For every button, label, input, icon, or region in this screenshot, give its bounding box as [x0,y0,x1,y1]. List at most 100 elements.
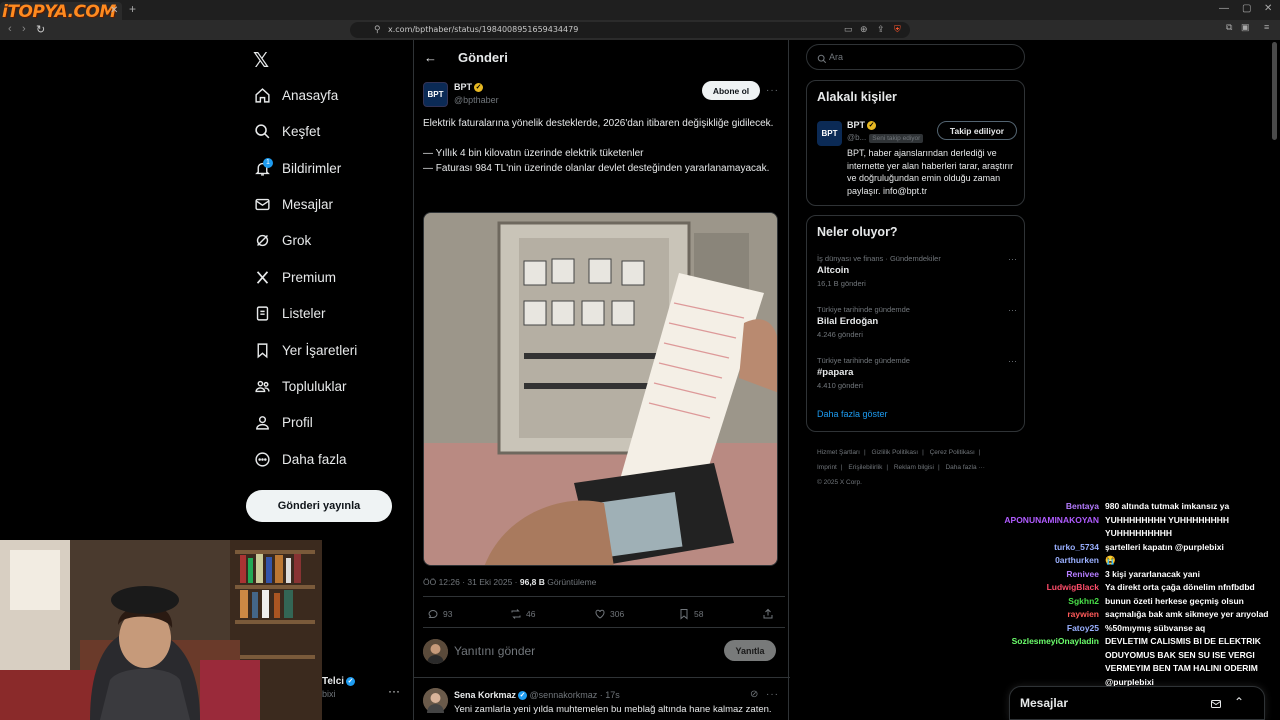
footer-link[interactable]: Çerez Politikası [930,449,975,456]
sidebar-item-label: Topluluklar [282,378,347,394]
extensions-icon[interactable]: ⧉ [1226,22,1232,33]
sidebar-item-bookmarks[interactable]: Yer İşaretleri [252,337,357,363]
author-avatar[interactable]: BPT [423,82,448,107]
sidebar-item-explore[interactable]: Keşfet [252,118,320,144]
chat-username: Sgkhn2 [1068,595,1099,606]
sidebar-item-profile[interactable]: Profil [252,409,313,435]
footer-link[interactable]: Imprint [817,464,837,471]
sidebar-item-messages[interactable]: Mesajlar [252,191,333,217]
avatar[interactable] [423,639,448,664]
author-handle[interactable]: @bpthaber [454,95,499,105]
account-switcher[interactable]: Telci ✓ bixi [322,676,356,699]
sidebar-item-notifications[interactable]: 1 Bildirimler [252,155,341,181]
reload-icon[interactable]: ↻ [36,23,45,36]
repost-action[interactable]: 46 [510,608,535,620]
close-window-icon[interactable]: ✕ [1264,3,1272,14]
chat-text: bunun özeti herkese geçmiş olsun [1105,595,1244,606]
sidebar-item-label: Grok [282,232,312,248]
trend-item[interactable]: Türkiye tarihinde gündemde #papara 4.410… [817,356,1017,390]
subscribe-button[interactable]: Abone ol [702,81,760,100]
sidebar-item-premium[interactable]: Premium [252,264,336,290]
verified-gold-icon: ✓ [867,121,876,131]
sidebar-item-more[interactable]: Daha fazla [252,446,347,472]
post-more-icon[interactable]: ··· [766,85,779,96]
browser-tab[interactable]: iTOPYA.COM ✕ [0,2,122,22]
footer-separator: | [978,449,981,456]
wallet-icon[interactable]: ▣ [1241,22,1250,33]
footer-link[interactable]: Hizmet Şartları [817,449,860,456]
reply-count: 93 [443,609,453,619]
chat-username: APONUNAMINAKOYAN [1004,514,1099,525]
webcam-overlay [0,540,322,720]
menu-icon[interactable]: ≡ [1264,22,1269,32]
footer-separator: | [886,464,889,471]
sidebar-item-home[interactable]: Anasayfa [252,82,338,108]
divider [423,627,785,628]
x-icon [252,267,272,287]
trend-name: Altcoin [817,265,850,276]
expand-icon[interactable]: ⌃ [1234,695,1244,709]
new-message-icon[interactable] [1210,697,1222,715]
sidebar-item-grok[interactable]: Grok [252,227,311,253]
footer-link[interactable]: Gizlilik Politikası [872,449,919,456]
zoom-icon[interactable]: ⊕ [860,24,868,35]
reply-input[interactable]: Yanıtını gönder [454,644,535,658]
sidebar-item-communities[interactable]: Topluluklar [252,373,347,399]
trend-item[interactable]: İş dünyası ve finans · Gündemdekiler Alt… [817,254,1017,288]
trend-more-icon[interactable]: ··· [1008,356,1017,366]
repost-icon [511,609,521,619]
page-scrollbar[interactable] [1272,42,1277,140]
site-info-icon[interactable]: ⚲ [374,24,381,35]
following-button[interactable]: Takip ediliyor [937,121,1017,140]
cast-icon[interactable]: ▭ [844,24,853,35]
footer-link[interactable]: Erişilebilirlik [848,464,882,471]
tweet-image[interactable] [423,212,778,566]
trend-item[interactable]: Türkiye tarihinde gündemde Bilal Erdoğan… [817,305,1017,339]
trend-more-icon[interactable]: ··· [1008,305,1017,315]
account-more-icon[interactable]: ··· [388,684,400,698]
share-action[interactable] [762,608,778,620]
show-more-link[interactable]: Daha fazla göster [817,409,888,419]
related-avatar[interactable]: BPT [817,121,842,146]
address-bar[interactable]: ⚲ x.com/bpthaber/status/1984008951659434… [350,22,910,38]
tab-close-icon[interactable]: ✕ [110,5,118,16]
comment-more-icon[interactable]: ··· [766,689,779,700]
back-arrow-icon[interactable]: ← [424,50,437,65]
related-handle[interactable]: @b... [847,133,866,142]
sidebar-item-label: Profil [282,414,313,430]
like-action[interactable]: 306 [594,608,624,620]
bookmark-action[interactable]: 58 [678,608,703,620]
trend-more-icon[interactable]: ··· [1008,254,1017,264]
messages-drawer[interactable]: Mesajlar ⌃ [1009,686,1265,720]
forward-icon[interactable]: › [22,23,26,35]
card-title: Alakalı kişiler [817,90,897,104]
maximize-icon[interactable]: ▢ [1242,3,1251,14]
minimize-icon[interactable]: — [1219,3,1229,14]
stream-chat-overlay: Bentaya 980 altında tutmak imkansız ya APO… [990,500,1280,703]
reply-button[interactable]: Yanıtla [724,640,776,661]
share-icon[interactable]: ⇪ [877,24,885,35]
grok-icon[interactable]: ⊘ [750,689,759,700]
footer-link[interactable]: Reklam bilgisi [894,464,934,471]
footer-link[interactable]: Daha fazla ··· [945,464,984,471]
reply-action[interactable]: 93 [427,608,452,620]
search-input[interactable]: Ara [806,44,1025,70]
post-timestamp[interactable]: ÖÖ 12:26 · 31 Eki 2025 · [423,577,520,587]
url-text[interactable]: x.com/bpthaber/status/198400895165943447… [388,25,578,34]
chat-text: Ya direkt orta çağa dönelim nfnfbdbd [1105,582,1255,592]
back-icon[interactable]: ‹ [8,23,12,35]
browser-tab-bar: iTOPYA.COM ✕ + — ▢ ✕ [0,0,1280,22]
brave-shield-icon[interactable]: ⛨ [894,24,901,35]
x-logo-icon[interactable]: 𝕏 [253,48,269,72]
comment-author-name[interactable]: Sena Korkmaz [454,690,516,700]
chat-message: LudwigBlack Ya direkt orta çağa dönelim n… [990,581,1280,595]
chat-message: Sgkhn2 bunun özeti herkese geçmiş olsun [990,595,1280,609]
avatar[interactable] [423,688,448,713]
related-name[interactable]: BPT [847,120,865,130]
sidebar-item-lists[interactable]: Listeler [252,300,326,326]
new-tab-icon[interactable]: + [129,2,136,16]
comment-author-handle[interactable]: @sennakorkmaz · 17s [530,690,620,700]
chat-message: Fatoy25 %50mıymış sübvanse aq [990,622,1280,636]
post-button[interactable]: Gönderi yayınla [246,490,392,522]
author-name[interactable]: BPT [454,82,472,92]
